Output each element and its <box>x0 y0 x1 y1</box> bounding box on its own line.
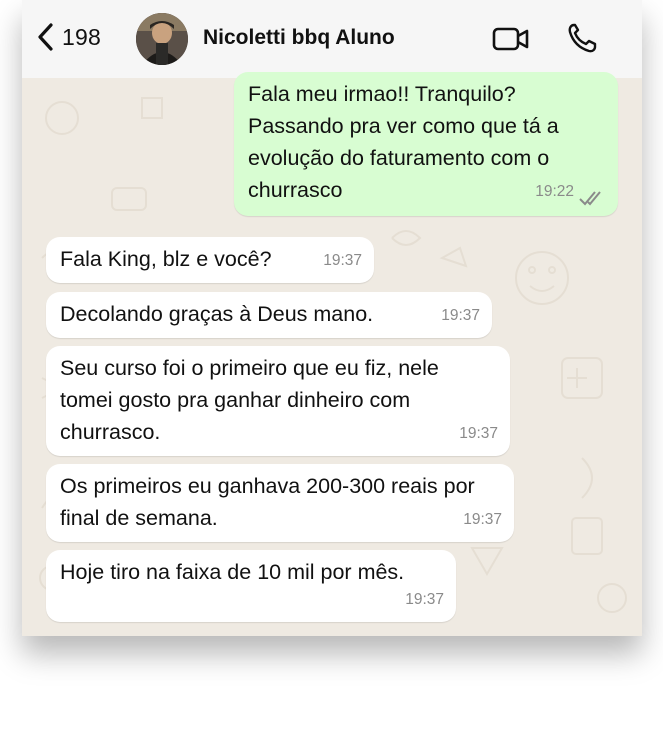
message-incoming[interactable]: Os primeiros eu ganhava 200-300 reais po… <box>46 464 514 542</box>
message-text: Decolando graças à Deus mano. <box>60 302 374 326</box>
message-outgoing[interactable]: Fala meu irmao!! Tranquilo? Passando pra… <box>234 72 618 216</box>
message-incoming[interactable]: Seu curso foi o primeiro que eu fiz, nel… <box>46 346 510 456</box>
double-check-icon <box>579 191 601 206</box>
message-time: 19:22 <box>535 183 574 200</box>
back-button[interactable]: 198 <box>36 22 101 52</box>
message-text: Os primeiros eu ganhava 200-300 reais po… <box>60 474 475 530</box>
message-time: 19:37 <box>463 511 502 528</box>
chevron-left-icon <box>38 23 53 51</box>
video-call-button[interactable] <box>492 24 530 59</box>
video-camera-icon <box>492 27 529 51</box>
message-time: 19:37 <box>405 591 444 608</box>
chat-screen: 198 Nicoletti bbq Aluno Fala meu irmao!!… <box>22 0 642 636</box>
voice-call-button[interactable] <box>567 22 597 59</box>
phone-icon <box>568 23 597 53</box>
contact-photo <box>136 13 188 65</box>
unread-count: 198 <box>62 23 101 50</box>
message-text: Fala King, blz e você? <box>60 247 272 271</box>
message-incoming[interactable]: Decolando graças à Deus mano. 19:37 <box>46 292 492 338</box>
message-time: 19:37 <box>323 252 362 269</box>
chat-header: 198 Nicoletti bbq Aluno <box>22 0 642 78</box>
message-text: Fala meu irmao!! Tranquilo? Passando pra… <box>248 82 559 202</box>
message-time: 19:37 <box>459 425 498 442</box>
message-incoming[interactable]: Hoje tiro na faixa de 10 mil por mês. 19… <box>46 550 456 622</box>
message-text: Seu curso foi o primeiro que eu fiz, nel… <box>60 356 439 444</box>
message-time: 19:37 <box>441 307 480 324</box>
message-incoming[interactable]: Fala King, blz e você? 19:37 <box>46 237 374 283</box>
contact-name[interactable]: Nicoletti bbq Aluno <box>203 26 395 50</box>
message-text: Hoje tiro na faixa de 10 mil por mês. <box>60 560 405 584</box>
avatar[interactable] <box>136 13 188 65</box>
